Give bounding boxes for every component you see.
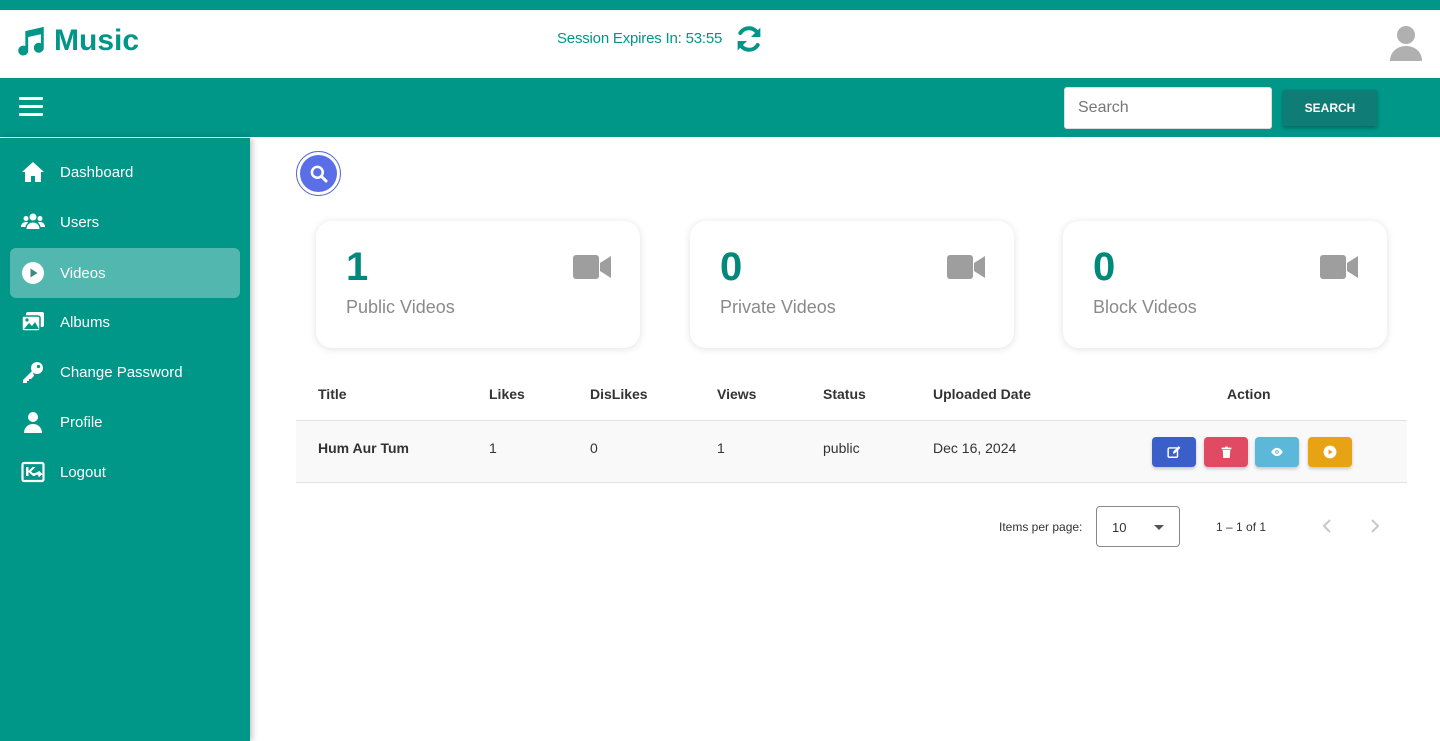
brand-name: Music [54, 24, 140, 57]
top-accent-strip [0, 0, 1440, 10]
column-header-status[interactable]: Status [823, 386, 866, 402]
page-range-label: 1 – 1 of 1 [1216, 520, 1267, 534]
column-header-uploaded-date[interactable]: Uploaded Date [933, 386, 1031, 402]
column-header-dislikes[interactable]: DisLikes [590, 386, 648, 402]
sidebar-item-change-password[interactable]: Change Password [10, 347, 240, 397]
column-header-likes[interactable]: Likes [489, 386, 525, 402]
items-per-page-label: Items per page: [999, 520, 1083, 534]
stat-value: 0 [720, 245, 743, 289]
chevron-left-icon [1322, 519, 1331, 533]
navbar: SEARCH [0, 78, 1440, 137]
stat-card-private: 0 Private Videos [690, 221, 1014, 348]
page-size-select[interactable]: 10 [1096, 506, 1180, 547]
cell-uploaded-date: Dec 16, 2024 [933, 440, 1017, 456]
sidebar-item-label: Users [60, 213, 100, 231]
search-input[interactable] [1064, 87, 1272, 129]
chevron-right-icon [1371, 519, 1380, 533]
sidebar-item-label: Logout [60, 463, 106, 481]
home-icon [22, 162, 44, 182]
sidebar-item-videos[interactable]: Videos [10, 248, 240, 298]
table-header: Title Likes DisLikes Views Status Upload… [296, 367, 1407, 421]
cell-dislikes: 0 [590, 440, 598, 456]
play-circle-icon [1323, 445, 1337, 459]
sidebar-item-albums[interactable]: Albums [10, 297, 240, 347]
sidebar-item-label: Change Password [60, 363, 183, 381]
sidebar-item-label: Albums [60, 313, 111, 331]
video-camera-icon [947, 255, 985, 279]
trash-icon [1221, 446, 1231, 458]
avatar-icon[interactable] [1388, 23, 1424, 63]
images-icon [21, 312, 44, 332]
sidebar: Dashboard Users Videos Albums Change Pas… [0, 138, 250, 741]
play-button[interactable] [1308, 437, 1352, 467]
videos-table: Title Likes DisLikes Views Status Upload… [296, 367, 1407, 483]
column-header-title[interactable]: Title [318, 386, 347, 402]
video-camera-icon [1320, 255, 1358, 279]
sidebar-item-label: Dashboard [60, 163, 134, 181]
stat-label: Private Videos [720, 297, 836, 317]
stat-label: Block Videos [1093, 297, 1197, 317]
previous-page-button[interactable] [1317, 515, 1337, 537]
edit-icon [1167, 446, 1181, 458]
cell-status: public [823, 440, 860, 456]
sidebar-item-profile[interactable]: Profile [10, 397, 240, 447]
user-icon [24, 412, 42, 433]
stat-card-public: 1 Public Videos [316, 221, 640, 348]
delete-button[interactable] [1204, 437, 1248, 467]
column-header-action: Action [1227, 386, 1271, 402]
menu-toggle-icon[interactable] [19, 97, 43, 119]
refresh-icon[interactable] [733, 23, 765, 55]
cell-likes: 1 [489, 440, 497, 456]
stat-value: 0 [1093, 245, 1116, 289]
filter-search-button[interactable] [296, 151, 341, 196]
key-icon [23, 362, 43, 383]
table-row: Hum Aur Tum 1 0 1 public Dec 16, 2024 [296, 421, 1407, 483]
session-time: 53:55 [685, 30, 723, 47]
sidebar-item-users[interactable]: Users [10, 197, 240, 247]
sidebar-item-label: Profile [60, 413, 103, 431]
session-label: Session Expires In: [557, 30, 682, 47]
search-button[interactable]: SEARCH [1283, 90, 1377, 126]
chevron-down-icon [1154, 525, 1164, 530]
sidebar-item-logout[interactable]: Logout [10, 447, 240, 497]
session-timer: Session Expires In: 53:55 [557, 30, 722, 47]
sidebar-item-label: Videos [60, 264, 106, 282]
video-camera-icon [573, 255, 611, 279]
column-header-views[interactable]: Views [717, 386, 756, 402]
app-header: Music Session Expires In: 53:55 [0, 10, 1440, 78]
play-circle-icon [22, 262, 44, 284]
stat-value: 1 [346, 245, 369, 289]
page-size-value: 10 [1112, 520, 1127, 535]
logout-icon [21, 461, 45, 483]
view-button[interactable] [1255, 437, 1299, 467]
search-icon [310, 165, 328, 183]
stat-label: Public Videos [346, 297, 455, 317]
sidebar-item-dashboard[interactable]: Dashboard [10, 147, 240, 197]
stat-card-block: 0 Block Videos [1063, 221, 1387, 348]
brand-logo[interactable]: Music [14, 24, 139, 58]
cell-views: 1 [717, 440, 725, 456]
eye-icon [1271, 447, 1283, 457]
users-icon [21, 213, 45, 229]
music-note-icon [18, 26, 44, 56]
next-page-button[interactable] [1365, 515, 1385, 537]
cell-title: Hum Aur Tum [318, 440, 409, 456]
edit-button[interactable] [1152, 437, 1196, 467]
